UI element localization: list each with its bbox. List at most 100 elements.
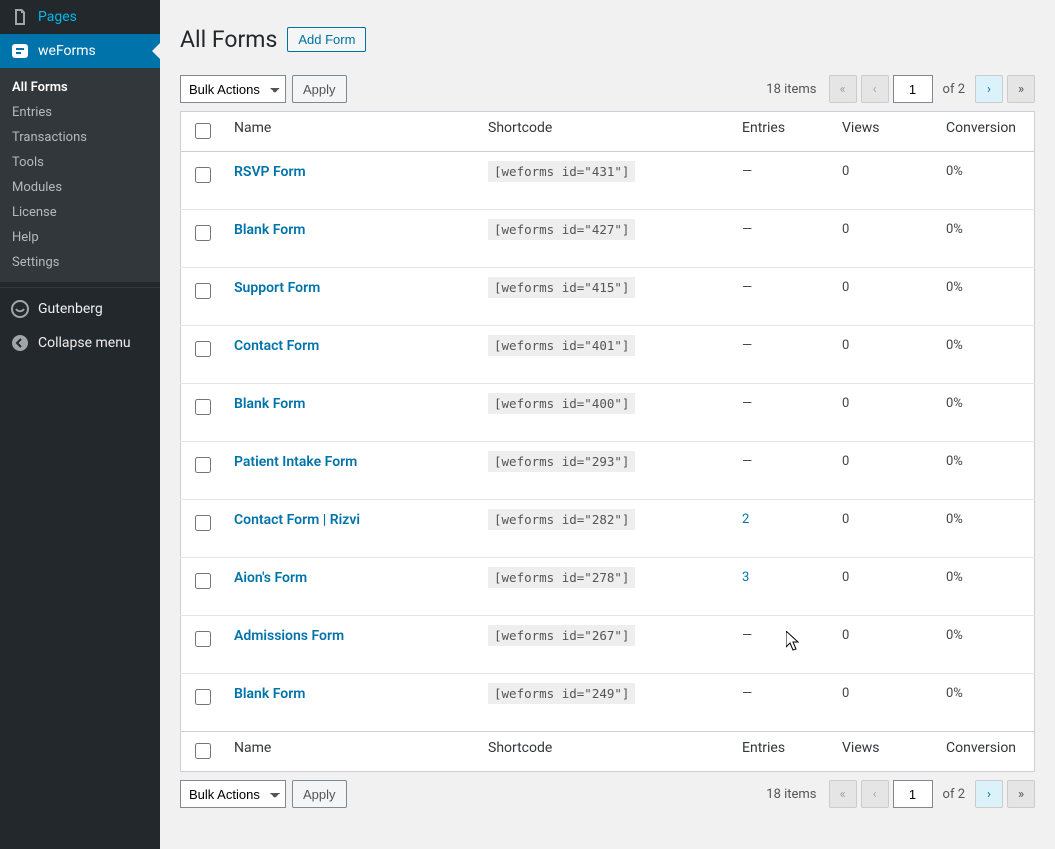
row-checkbox[interactable]	[195, 283, 211, 299]
table-row: Contact Form [weforms id="401"] — 0 0%	[181, 326, 1035, 384]
form-title-link[interactable]: Blank Form	[234, 396, 305, 412]
shortcode-text[interactable]: [weforms id="415"]	[488, 277, 635, 298]
first-page-button[interactable]: «	[829, 75, 857, 103]
column-header-views: Views	[832, 112, 936, 152]
form-title-link[interactable]: Contact Form	[234, 338, 319, 354]
shortcode-text[interactable]: [weforms id="282"]	[488, 509, 635, 530]
views-value: 0	[842, 628, 849, 643]
form-title-link[interactable]: Contact Form | Rizvi	[234, 512, 360, 528]
form-title-link[interactable]: Blank Form	[234, 686, 305, 702]
shortcode-text[interactable]: [weforms id="401"]	[488, 335, 635, 356]
next-page-button[interactable]: ›	[975, 780, 1003, 808]
shortcode-text[interactable]: [weforms id="431"]	[488, 161, 635, 182]
tablenav-top: Bulk Actions Apply 18 items « ‹ of 2 › »	[180, 75, 1035, 103]
bulk-actions-top: Bulk Actions Apply	[180, 75, 347, 103]
views-value: 0	[842, 454, 849, 469]
shortcode-text[interactable]: [weforms id="400"]	[488, 393, 635, 414]
main-content: All Forms Add Form Bulk Actions Apply 18…	[160, 0, 1055, 849]
last-page-button[interactable]: »	[1007, 75, 1035, 103]
collapse-menu-label: Collapse menu	[38, 335, 131, 351]
table-row: Aion's Form[weforms id="278"]300%	[181, 558, 1035, 616]
sidebar-item-pages[interactable]: Pages	[0, 0, 160, 34]
submenu-item-all-forms[interactable]: All Forms	[0, 75, 160, 100]
prev-page-button[interactable]: ‹	[861, 780, 889, 808]
row-checkbox[interactable]	[195, 515, 211, 531]
form-title-link[interactable]: Support Form	[234, 280, 320, 296]
row-checkbox[interactable]	[195, 573, 211, 589]
sidebar-item-label: Pages	[38, 9, 77, 25]
select-all-top[interactable]	[195, 123, 211, 139]
submenu-item-settings[interactable]: Settings	[0, 250, 160, 275]
current-page-input[interactable]	[893, 780, 933, 808]
row-checkbox[interactable]	[195, 689, 211, 705]
entries-link[interactable]: 3	[742, 570, 749, 585]
entries-value: —	[742, 164, 752, 179]
pagination-count: 18 items	[766, 82, 816, 97]
sidebar-item-gutenberg[interactable]: Gutenberg	[0, 292, 160, 326]
prev-page-button[interactable]: ‹	[861, 75, 889, 103]
shortcode-text[interactable]: [weforms id="249"]	[488, 683, 635, 704]
conversion-value: 0%	[946, 570, 963, 585]
submenu-item-license[interactable]: License	[0, 200, 160, 225]
form-title-link[interactable]: Admissions Form	[234, 628, 344, 644]
submenu-item-transactions[interactable]: Transactions	[0, 125, 160, 150]
views-value: 0	[842, 338, 849, 353]
form-title-link[interactable]: Blank Form	[234, 222, 305, 238]
column-footer-entries: Entries	[732, 732, 832, 772]
row-checkbox[interactable]	[195, 457, 211, 473]
bulk-action-select-bottom[interactable]: Bulk Actions	[180, 780, 286, 808]
shortcode-text[interactable]: [weforms id="293"]	[488, 451, 635, 472]
submenu-item-entries[interactable]: Entries	[0, 100, 160, 125]
conversion-value: 0%	[946, 454, 963, 469]
entries-value: —	[742, 338, 752, 353]
sidebar-item-label: Gutenberg	[38, 301, 103, 317]
sidebar-item-weforms[interactable]: weForms	[0, 34, 160, 68]
entries-link[interactable]: 2	[742, 512, 749, 527]
shortcode-text[interactable]: [weforms id="427"]	[488, 219, 635, 240]
page-title: All Forms	[180, 26, 277, 53]
row-checkbox[interactable]	[195, 631, 211, 647]
submenu-item-modules[interactable]: Modules	[0, 175, 160, 200]
row-checkbox[interactable]	[195, 399, 211, 415]
table-row: Blank Form[weforms id="400"]—00%	[181, 384, 1035, 442]
column-footer-name[interactable]: Name	[224, 732, 478, 772]
admin-sidebar: Pages weForms All Forms Entries Transact…	[0, 0, 160, 849]
select-all-bottom[interactable]	[195, 743, 211, 759]
first-page-button[interactable]: «	[829, 780, 857, 808]
form-title-link[interactable]: Patient Intake Form	[234, 454, 357, 470]
table-row: Contact Form | Rizvi[weforms id="282"]20…	[181, 500, 1035, 558]
submenu-item-help[interactable]: Help	[0, 225, 160, 250]
next-page-button[interactable]: ›	[975, 75, 1003, 103]
conversion-value: 0%	[946, 628, 963, 643]
entries-value: —	[742, 222, 752, 237]
form-title-link[interactable]: Aion's Form	[234, 570, 307, 586]
pagination-top: 18 items « ‹ of 2 › »	[766, 75, 1035, 103]
table-row: Patient Intake Form[weforms id="293"]—00…	[181, 442, 1035, 500]
row-checkbox[interactable]	[195, 225, 211, 241]
bulk-action-select-top[interactable]: Bulk Actions	[180, 75, 286, 103]
row-checkbox[interactable]	[195, 167, 211, 183]
form-title-link[interactable]: RSVP Form	[234, 164, 306, 180]
shortcode-text[interactable]: [weforms id="278"]	[488, 567, 635, 588]
table-row: Blank Form[weforms id="427"]—00%	[181, 210, 1035, 268]
add-form-button[interactable]: Add Form	[287, 27, 366, 52]
last-page-button[interactable]: »	[1007, 780, 1035, 808]
apply-button-top[interactable]: Apply	[292, 75, 347, 103]
conversion-value: 0%	[946, 280, 963, 295]
entries-value: —	[742, 628, 752, 643]
row-checkbox[interactable]	[195, 341, 211, 357]
submenu-item-tools[interactable]: Tools	[0, 150, 160, 175]
column-header-name[interactable]: Name	[224, 112, 478, 152]
weforms-icon	[10, 41, 30, 61]
column-header-shortcode: Shortcode	[478, 112, 732, 152]
pages-icon	[10, 7, 30, 27]
current-page-input[interactable]	[893, 75, 933, 103]
collapse-menu-button[interactable]: Collapse menu	[0, 326, 160, 360]
tablenav-bottom: Bulk Actions Apply 18 items « ‹ of 2 › »	[180, 780, 1035, 808]
apply-button-bottom[interactable]: Apply	[292, 780, 347, 808]
conversion-value: 0%	[946, 396, 963, 411]
shortcode-text[interactable]: [weforms id="267"]	[488, 625, 635, 646]
collapse-icon	[10, 333, 30, 353]
conversion-value: 0%	[946, 686, 963, 701]
conversion-value: 0%	[946, 338, 963, 353]
